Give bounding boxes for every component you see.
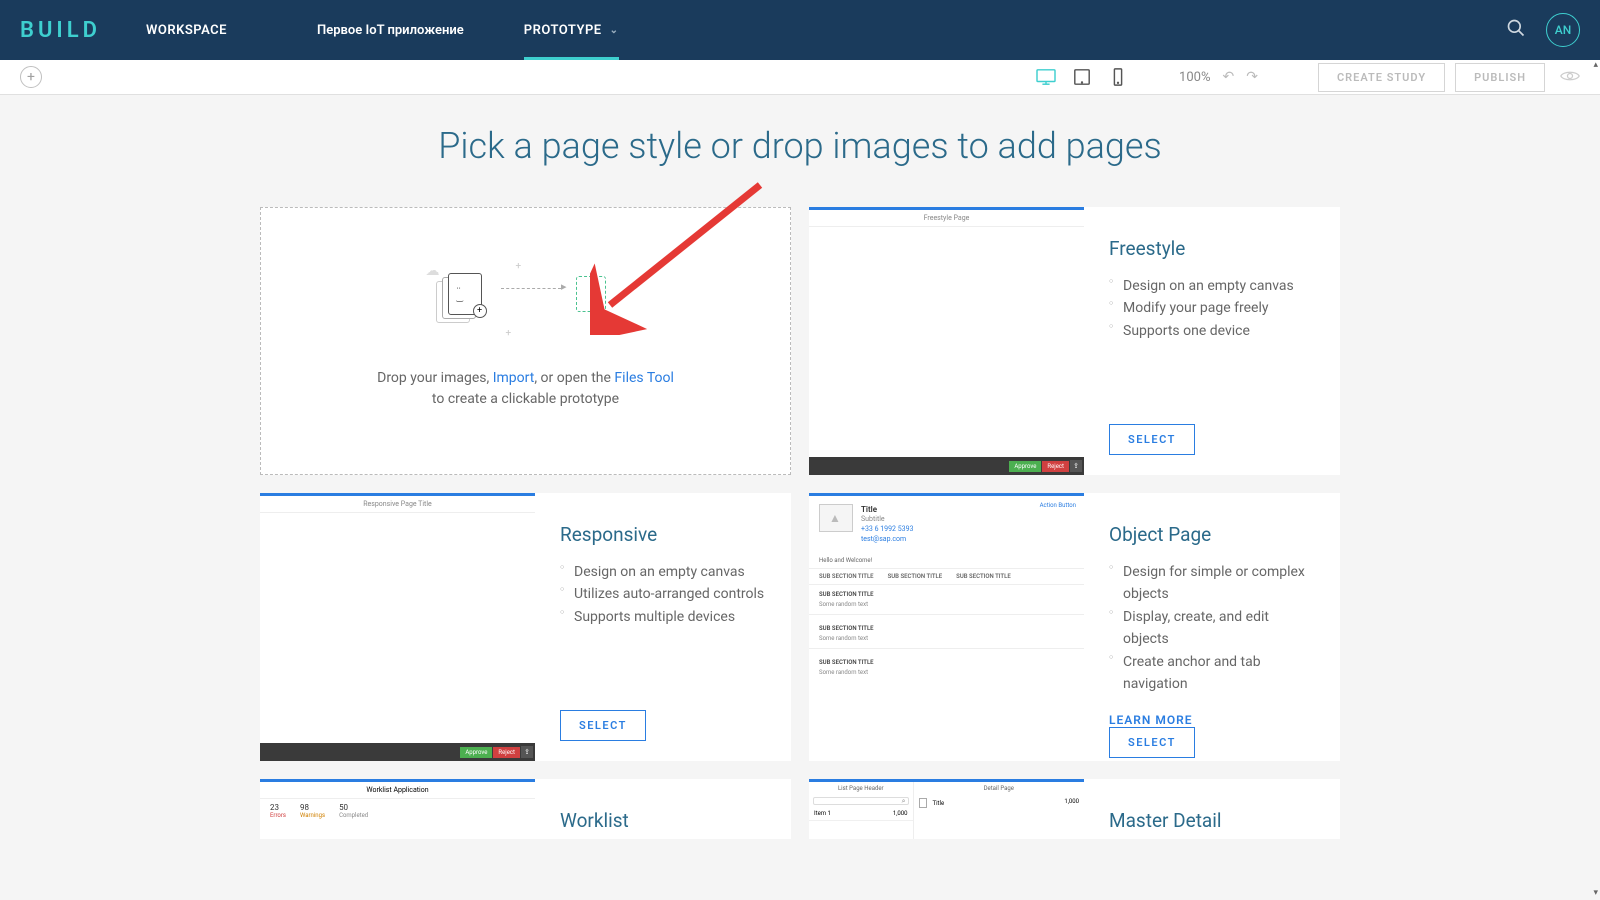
add-page-button[interactable]: + bbox=[20, 66, 42, 88]
active-tab-underline bbox=[524, 57, 619, 60]
template-card-responsive: Responsive Page Title Approve Reject ⇪ R… bbox=[260, 493, 791, 761]
card-title: Freestyle bbox=[1109, 237, 1315, 260]
files-tool-link[interactable]: Files Tool bbox=[614, 370, 673, 386]
template-card-master-detail: List Page Header Item 11,000 Detail Page… bbox=[809, 779, 1340, 839]
preview-title: Freestyle Page bbox=[809, 210, 1084, 227]
responsive-preview: Responsive Page Title Approve Reject ⇪ bbox=[260, 493, 535, 761]
template-card-freestyle: Freestyle Page Approve Reject ⇪ Freestyl… bbox=[809, 207, 1340, 475]
toolbar: + 100% ↶ ↷ CREATE STUDY PUBLISH bbox=[0, 60, 1600, 95]
content-area: Pick a page style or drop images to add … bbox=[0, 95, 1600, 900]
preview-share-icon: ⇪ bbox=[521, 746, 533, 758]
zoom-control: 100% ↶ ↷ bbox=[1179, 69, 1258, 85]
preview-title: Responsive Page Title bbox=[260, 496, 535, 513]
template-grid: ☁ + + ··‿+ Drop your images, Import, or … bbox=[260, 207, 1340, 839]
template-card-object-page: Action Button Title Subtitle +33 6 1992 … bbox=[809, 493, 1340, 761]
card-title: Worklist bbox=[560, 809, 766, 832]
card-title: Object Page bbox=[1109, 523, 1315, 546]
tablet-icon[interactable] bbox=[1071, 68, 1093, 86]
select-object-page-button[interactable]: SELECT bbox=[1109, 727, 1195, 758]
card-title: Responsive bbox=[560, 523, 766, 546]
worklist-preview: Worklist Application 23Errors 98Warnings… bbox=[260, 779, 535, 839]
preview-phone-icon bbox=[919, 798, 927, 808]
preview-search-icon bbox=[813, 797, 909, 805]
nav-prototype-tab[interactable]: PROTOTYPE ⌄ bbox=[524, 0, 619, 60]
card-bullets: Design on an empty canvas Utilizes auto-… bbox=[560, 561, 766, 628]
preview-thumbnail-icon bbox=[819, 504, 853, 532]
preview-approve: Approve bbox=[460, 747, 492, 758]
app-logo[interactable]: BUILD bbox=[20, 18, 101, 43]
chevron-down-icon: ⌄ bbox=[610, 25, 619, 36]
user-avatar[interactable]: AN bbox=[1546, 13, 1580, 47]
redo-icon[interactable]: ↷ bbox=[1246, 69, 1258, 85]
phone-icon[interactable] bbox=[1107, 68, 1129, 86]
select-freestyle-button[interactable]: SELECT bbox=[1109, 424, 1195, 455]
card-bullets: Design for simple or complex objects Dis… bbox=[1109, 561, 1315, 695]
freestyle-preview: Freestyle Page Approve Reject ⇪ bbox=[809, 207, 1084, 475]
create-study-button[interactable]: CREATE STUDY bbox=[1318, 63, 1445, 92]
undo-icon[interactable]: ↶ bbox=[1222, 69, 1234, 85]
desktop-icon[interactable] bbox=[1035, 68, 1057, 86]
preview-action-button: Action Button bbox=[1040, 502, 1076, 509]
preview-reject: Reject bbox=[1042, 461, 1069, 472]
page-title: Pick a page style or drop images to add … bbox=[0, 125, 1600, 167]
zoom-level[interactable]: 100% bbox=[1179, 70, 1210, 85]
preview-reject: Reject bbox=[493, 747, 520, 758]
card-title: Master Detail bbox=[1109, 809, 1315, 832]
top-nav: BUILD WORKSPACE Первое IoT приложение PR… bbox=[0, 0, 1600, 60]
search-icon[interactable] bbox=[1506, 18, 1526, 42]
master-detail-preview: List Page Header Item 11,000 Detail Page… bbox=[809, 779, 1084, 839]
select-responsive-button[interactable]: SELECT bbox=[560, 710, 646, 741]
device-switcher bbox=[1035, 68, 1129, 86]
drop-zone-graphic: ☁ + + ··‿+ bbox=[426, 273, 626, 343]
preview-eye-icon[interactable] bbox=[1560, 68, 1580, 87]
object-page-preview: Action Button Title Subtitle +33 6 1992 … bbox=[809, 493, 1084, 761]
image-drop-zone[interactable]: ☁ + + ··‿+ Drop your images, Import, or … bbox=[260, 207, 791, 475]
publish-button[interactable]: PUBLISH bbox=[1455, 63, 1545, 92]
template-card-worklist: Worklist Application 23Errors 98Warnings… bbox=[260, 779, 791, 839]
nav-workspace[interactable]: WORKSPACE bbox=[131, 0, 257, 60]
scrollbar-down-icon[interactable]: ▾ bbox=[1593, 888, 1598, 898]
nav-prototype-label: PROTOTYPE bbox=[524, 23, 602, 38]
card-bullets: Design on an empty canvas Modify your pa… bbox=[1109, 275, 1315, 342]
nav-workspace-label: WORKSPACE bbox=[146, 23, 227, 38]
preview-share-icon: ⇪ bbox=[1070, 460, 1082, 472]
learn-more-link[interactable]: LEARN MORE bbox=[1109, 713, 1315, 727]
scrollbar-up-icon[interactable]: ▴ bbox=[1593, 60, 1598, 70]
preview-approve: Approve bbox=[1009, 461, 1041, 472]
nav-project-name[interactable]: Первое IoT приложение bbox=[317, 23, 464, 38]
import-link[interactable]: Import bbox=[493, 370, 535, 386]
drop-zone-text: Drop your images, Import, or open the Fi… bbox=[377, 368, 674, 410]
